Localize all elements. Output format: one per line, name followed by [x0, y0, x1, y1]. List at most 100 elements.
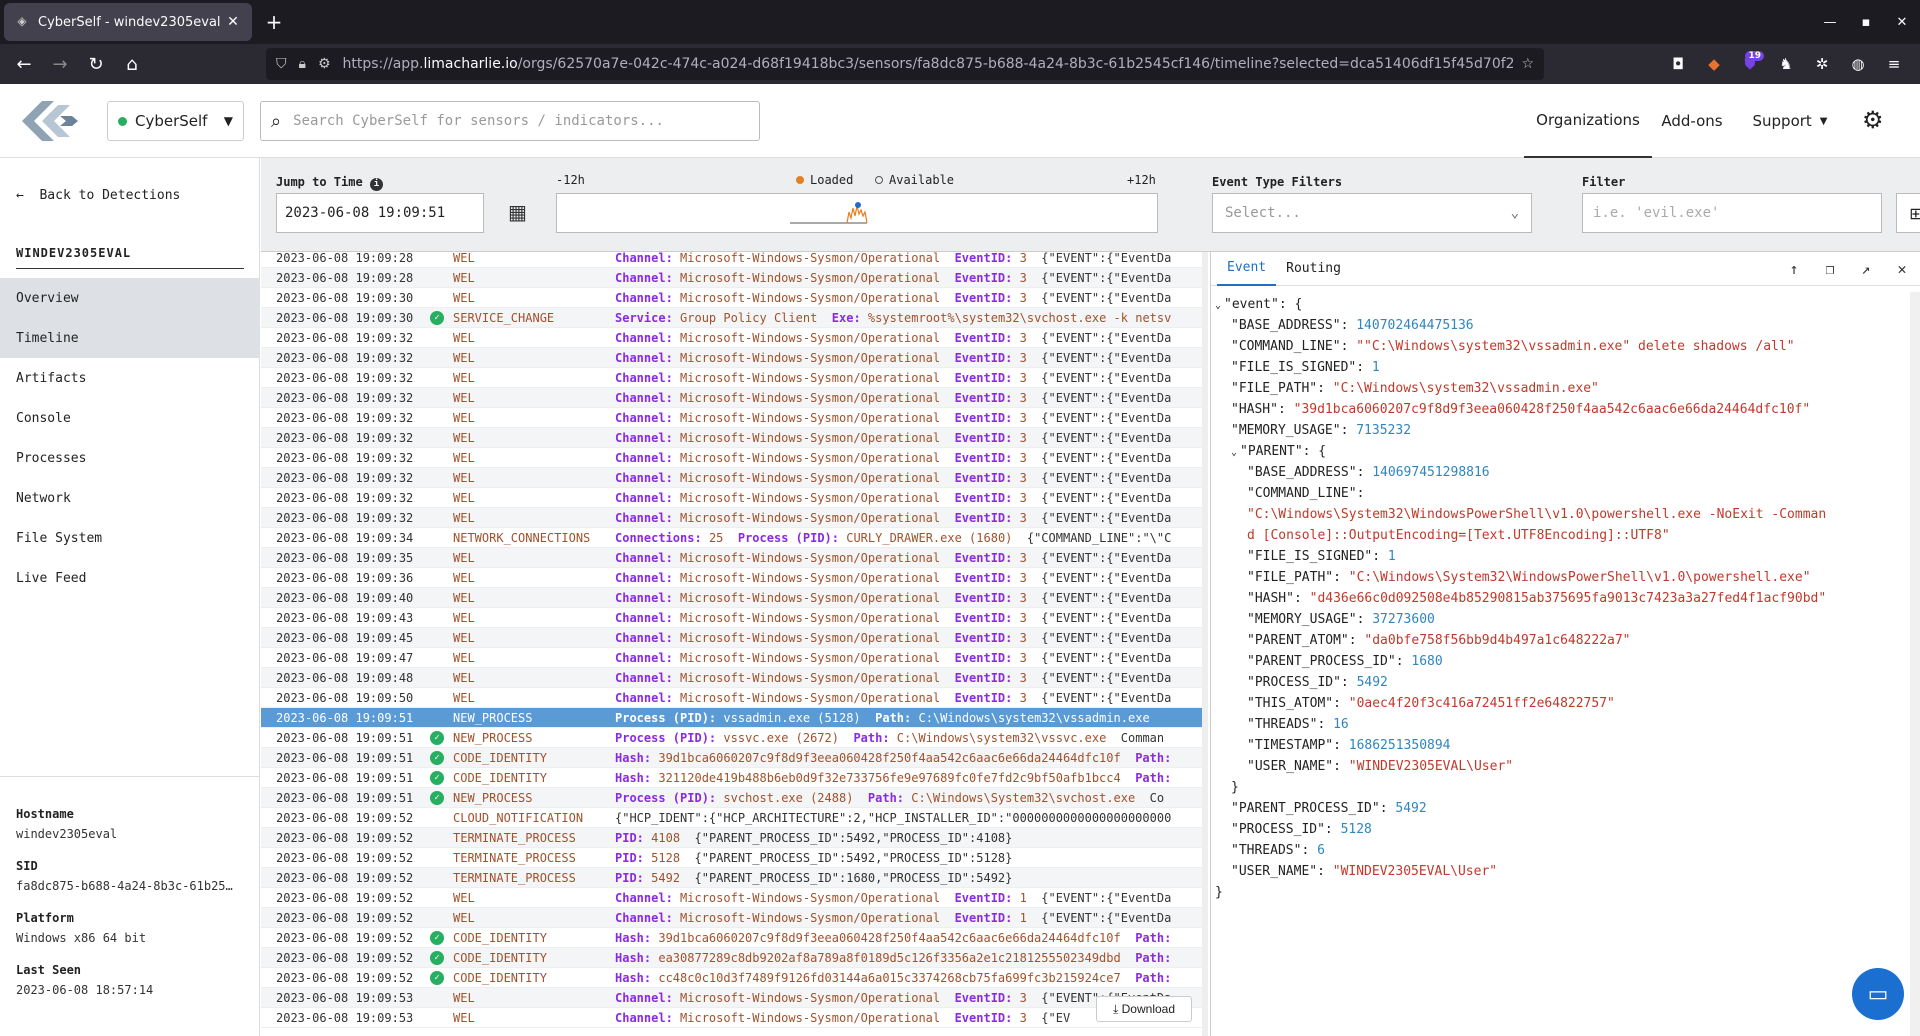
summary-key: EventID: [954, 370, 1013, 385]
platform-value: Windows x86 64 bit [16, 931, 147, 945]
nav-support[interactable]: Support ▼ [1740, 84, 1840, 158]
event-row[interactable]: 2023-06-08 19:09:40 WEL Channel: Microsoft… [261, 588, 1208, 608]
calendar-icon[interactable]: ▦ [508, 200, 527, 224]
copy-icon[interactable]: ❐ [1812, 260, 1848, 278]
close-window-icon[interactable]: ✕ [1884, 15, 1920, 30]
caret-down-icon[interactable]: ⌄ [1231, 447, 1237, 458]
process-tree-button[interactable]: ⊞ [1896, 193, 1920, 233]
search-input[interactable] [293, 113, 749, 129]
extension-icon[interactable]: ♞ [1768, 55, 1804, 73]
event-row[interactable]: 2023-06-08 19:09:52 WEL Channel: Microsoft… [261, 888, 1208, 908]
event-row[interactable]: 2023-06-08 19:09:52 TERMINATE_PROCESS PID:… [261, 828, 1208, 848]
event-row[interactable]: 2023-06-08 19:09:48 WEL Channel: Microsoft… [261, 668, 1208, 688]
event-row[interactable]: 2023-06-08 19:09:32 WEL Channel: Microsoft… [261, 508, 1208, 528]
home-icon[interactable]: ⌂ [114, 48, 150, 80]
caret-down-icon[interactable]: ⌄ [1215, 300, 1221, 311]
event-row[interactable]: 2023-06-08 19:09:32 WEL Channel: Microsoft… [261, 348, 1208, 368]
arrow-up-icon[interactable]: ↑ [1776, 260, 1812, 278]
event-histogram[interactable] [556, 193, 1158, 233]
globe-icon[interactable]: ◍ [1840, 55, 1876, 73]
maximize-icon[interactable]: ▪ [1848, 15, 1884, 30]
event-type-select[interactable]: Select... ⌄ [1212, 193, 1532, 233]
new-tab-button[interactable]: + [256, 4, 292, 40]
download-button[interactable]: ⤓ Download [1096, 996, 1192, 1022]
close-icon[interactable]: ✕ [1884, 260, 1920, 278]
event-row[interactable]: 2023-06-08 19:09:51 NEW_PROCESS Process (P… [261, 708, 1208, 728]
sidebar-item-file-system[interactable]: File System [0, 518, 260, 558]
event-row[interactable]: 2023-06-08 19:09:32 WEL Channel: Microsoft… [261, 428, 1208, 448]
event-row[interactable]: 2023-06-08 19:09:28 WEL Channel: Microsoft… [261, 252, 1208, 268]
event-row[interactable]: 2023-06-08 19:09:50 WEL Channel: Microsoft… [261, 688, 1208, 708]
tab-close-icon[interactable]: ✕ [224, 14, 242, 30]
json-line[interactable]: ⌄ "PARENT": { [1211, 441, 1916, 462]
open-external-icon[interactable]: ↗ [1848, 260, 1884, 278]
event-row[interactable]: 2023-06-08 19:09:43 WEL Channel: Microsoft… [261, 608, 1208, 628]
org-selector[interactable]: CyberSelf ▼ [107, 101, 244, 141]
gear-icon[interactable]: ⚙ [1862, 106, 1884, 134]
sidebar-item-artifacts[interactable]: Artifacts [0, 358, 260, 398]
minimize-icon[interactable]: — [1812, 15, 1848, 30]
event-row[interactable]: 2023-06-08 19:09:53 WEL Channel: Microsoft… [261, 1008, 1208, 1028]
event-row[interactable]: 2023-06-08 19:09:51 ✓ NEW_PROCESS Process (… [261, 728, 1208, 748]
jump-to-time-input[interactable] [276, 193, 484, 233]
event-row[interactable]: 2023-06-08 19:09:32 WEL Channel: Microsoft… [261, 368, 1208, 388]
event-row[interactable]: 2023-06-08 19:09:34 NETWORK_CONNECTIONS Co… [261, 528, 1208, 548]
pocket-icon[interactable]: ◘ [1660, 55, 1696, 73]
settings-extension-icon[interactable]: ✲ [1804, 55, 1840, 73]
sidebar-item-live-feed[interactable]: Live Feed [0, 558, 260, 598]
event-row[interactable]: 2023-06-08 19:09:32 WEL Channel: Microsoft… [261, 488, 1208, 508]
event-row[interactable]: 2023-06-08 19:09:52 TERMINATE_PROCESS PID:… [261, 848, 1208, 868]
event-row[interactable]: 2023-06-08 19:09:35 WEL Channel: Microsoft… [261, 548, 1208, 568]
event-type: WEL [453, 430, 475, 445]
event-row[interactable]: 2023-06-08 19:09:28 WEL Channel: Microsoft… [261, 268, 1208, 288]
event-row[interactable]: 2023-06-08 19:09:52 ✓ CODE_IDENTITY Hash: 3… [261, 928, 1208, 948]
reload-icon[interactable]: ↻ [78, 48, 114, 80]
event-row[interactable]: 2023-06-08 19:09:36 WEL Channel: Microsoft… [261, 568, 1208, 588]
filter-input[interactable] [1582, 193, 1882, 233]
event-row[interactable]: 2023-06-08 19:09:52 WEL Channel: Microsoft… [261, 908, 1208, 928]
event-row[interactable]: 2023-06-08 19:09:52 ✓ CODE_IDENTITY Hash: e… [261, 948, 1208, 968]
event-row[interactable]: 2023-06-08 19:09:32 WEL Channel: Microsoft… [261, 408, 1208, 428]
detail-scrollbar[interactable] [1910, 292, 1920, 1036]
event-row[interactable]: 2023-06-08 19:09:30 ✓ SERVICE_CHANGE Servic… [261, 308, 1208, 328]
event-row[interactable]: 2023-06-08 19:09:47 WEL Channel: Microsoft… [261, 648, 1208, 668]
bookmark-star-icon[interactable]: ☆ [1521, 56, 1534, 72]
json-line[interactable]: ⌄ "event": { [1211, 294, 1916, 315]
sidebar-item-processes[interactable]: Processes [0, 438, 260, 478]
forward-icon[interactable]: → [42, 48, 78, 80]
event-row[interactable]: 2023-06-08 19:09:45 WEL Channel: Microsoft… [261, 628, 1208, 648]
url-bar[interactable]: ⛉ 🔒︎ ⚙ https://app.limacharlie.io/orgs/6… [266, 48, 1544, 80]
event-list-scrollbar[interactable] [1202, 252, 1208, 1036]
event-row[interactable]: 2023-06-08 19:09:52 TERMINATE_PROCESS PID:… [261, 868, 1208, 888]
menu-icon[interactable]: ≡ [1876, 55, 1912, 73]
back-icon[interactable]: ← [6, 48, 42, 80]
sidebar-item-overview[interactable]: Overview [0, 278, 260, 318]
event-row[interactable]: 2023-06-08 19:09:32 WEL Channel: Microsoft… [261, 328, 1208, 348]
back-to-detections-link[interactable]: ← Back to Detections [16, 188, 180, 203]
summary-value: Microsoft-Windows-Sysmon/Operational [680, 590, 941, 605]
event-row[interactable]: 2023-06-08 19:09:51 ✓ NEW_PROCESS Process (… [261, 788, 1208, 808]
event-row[interactable]: 2023-06-08 19:09:32 WEL Channel: Microsoft… [261, 448, 1208, 468]
sidebar-item-console[interactable]: Console [0, 398, 260, 438]
limacharlie-logo-icon[interactable] [20, 96, 82, 146]
json-line: } [1211, 777, 1916, 798]
sidebar-item-timeline[interactable]: Timeline [0, 318, 260, 358]
event-row[interactable]: 2023-06-08 19:09:52 ✓ CODE_IDENTITY Hash: c… [261, 968, 1208, 988]
fox-extension-icon[interactable]: ◆ [1696, 55, 1732, 73]
event-row[interactable]: 2023-06-08 19:09:52 CLOUD_NOTIFICATION {"H… [261, 808, 1208, 828]
event-row[interactable]: 2023-06-08 19:09:32 WEL Channel: Microsoft… [261, 388, 1208, 408]
sidebar-item-network[interactable]: Network [0, 478, 260, 518]
nav-organizations[interactable]: Organizations [1524, 84, 1652, 158]
support-chat-button[interactable]: ▭ [1852, 968, 1904, 1020]
browser-tab[interactable]: ◈ CyberSelf - windev2305eval ✕ [4, 3, 252, 41]
event-row[interactable]: 2023-06-08 19:09:51 ✓ CODE_IDENTITY Hash: 3… [261, 768, 1208, 788]
tab-routing[interactable]: Routing [1276, 252, 1351, 286]
event-row[interactable]: 2023-06-08 19:09:53 WEL Channel: Microsoft… [261, 988, 1208, 1008]
nav-addons[interactable]: Add-ons [1652, 84, 1732, 158]
event-row[interactable]: 2023-06-08 19:09:32 WEL Channel: Microsoft… [261, 468, 1208, 488]
event-row[interactable]: 2023-06-08 19:09:30 WEL Channel: Microsoft… [261, 288, 1208, 308]
event-row[interactable]: 2023-06-08 19:09:51 ✓ CODE_IDENTITY Hash: 3… [261, 748, 1208, 768]
ublock-extension-icon[interactable]: ⛊ 19 [1732, 51, 1768, 73]
info-icon[interactable]: i [369, 178, 383, 191]
tab-event[interactable]: Event [1217, 252, 1277, 286]
